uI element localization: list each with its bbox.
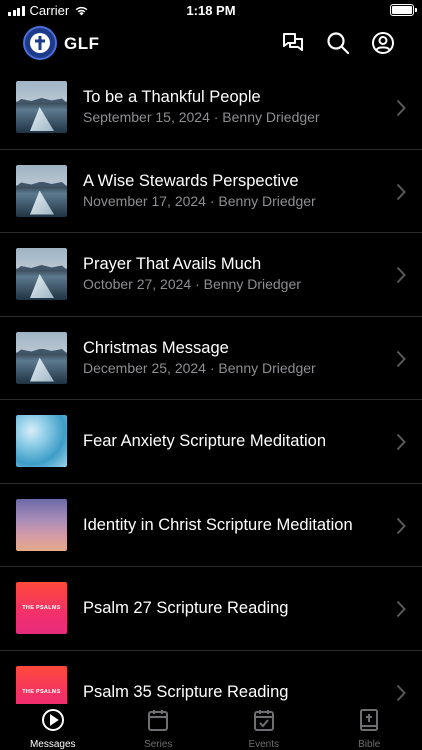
play-circle-icon: [41, 709, 64, 731]
account-icon[interactable]: [370, 30, 396, 56]
thumbnail-label: THE PSALMS: [22, 688, 61, 695]
tab-bible[interactable]: Bible: [317, 704, 422, 750]
message-title: A Wise Stewards Perspective: [83, 171, 299, 190]
message-thumbnail: THE PSALMS: [16, 582, 67, 634]
chevron-right-icon: [396, 684, 406, 701]
message-thumbnail: [16, 331, 67, 384]
search-icon[interactable]: [325, 30, 351, 56]
tab-events[interactable]: Events: [211, 704, 317, 750]
message-thumbnail: THE PSALMS: [16, 665, 67, 704]
chevron-right-icon: [396, 600, 406, 618]
list-item[interactable]: A Wise Stewards Perspective November 17,…: [0, 150, 422, 233]
chevron-right-icon: [396, 99, 406, 117]
church-logo[interactable]: [23, 26, 57, 60]
message-thumbnail: [16, 415, 67, 467]
message-thumbnail: [16, 248, 67, 300]
message-title: Fear Anxiety Scripture Meditation: [83, 432, 327, 450]
app-header: GLF: [0, 24, 422, 64]
list-item[interactable]: Prayer That Avails Much October 27, 2024…: [0, 233, 422, 317]
chevron-right-icon: [396, 517, 406, 534]
chevron-right-icon: [396, 350, 406, 367]
chevron-right-icon: [396, 183, 406, 200]
tab-label: Series: [144, 739, 173, 750]
thumbnail-label: THE PSALMS: [22, 605, 61, 611]
message-thumbnail: [16, 81, 67, 133]
status-time: 1:18 PM: [186, 3, 236, 18]
calendar-check-icon: [253, 710, 274, 731]
app-title: GLF: [64, 34, 100, 53]
message-title: Psalm 27 Scripture Reading: [83, 599, 289, 617]
list-item[interactable]: To be a Thankful People September 15, 20…: [0, 66, 422, 150]
list-item[interactable]: Christmas Message December 25, 2024 · Be…: [0, 317, 422, 400]
bible-cross-icon: [360, 709, 379, 731]
list-item[interactable]: Identity in Christ Scripture Meditation: [0, 484, 422, 567]
tab-bar: Messages Series Events Bible: [0, 704, 422, 750]
message-list[interactable]: To be a Thankful People September 15, 20…: [0, 66, 422, 704]
tab-series[interactable]: Series: [106, 704, 212, 750]
message-meta: October 27, 2024 · Benny Driedger: [83, 276, 301, 292]
tab-messages[interactable]: Messages: [0, 704, 106, 750]
message-title: Psalm 35 Scripture Reading: [83, 682, 289, 701]
list-item[interactable]: THE PSALMS Psalm 35 Scripture Reading: [0, 651, 422, 704]
tab-label: Events: [248, 739, 280, 750]
status-bar: Carrier 1:18 PM: [0, 0, 422, 22]
message-title: Identity in Christ Scripture Meditation: [83, 515, 353, 534]
tab-label: Messages: [29, 739, 76, 750]
message-title: Christmas Message: [83, 338, 229, 357]
chevron-right-icon: [396, 433, 406, 451]
message-meta: December 25, 2024 · Benny Driedger: [83, 359, 316, 376]
message-title: To be a Thankful People: [83, 88, 261, 106]
cross-icon: [30, 33, 50, 53]
chat-bubbles-icon[interactable]: [280, 30, 306, 56]
chevron-right-icon: [396, 266, 406, 284]
list-item[interactable]: THE PSALMS Psalm 27 Scripture Reading: [0, 567, 422, 651]
message-meta: November 17, 2024 · Benny Driedger: [83, 192, 316, 209]
message-thumbnail: [16, 164, 67, 217]
message-meta: September 15, 2024 · Benny Driedger: [83, 109, 320, 125]
battery-icon: [390, 4, 417, 16]
calendar-icon: [148, 710, 169, 731]
list-item[interactable]: Fear Anxiety Scripture Meditation: [0, 400, 422, 484]
tab-label: Bible: [358, 739, 381, 750]
message-title: Prayer That Avails Much: [83, 255, 262, 273]
message-thumbnail: [16, 498, 67, 551]
